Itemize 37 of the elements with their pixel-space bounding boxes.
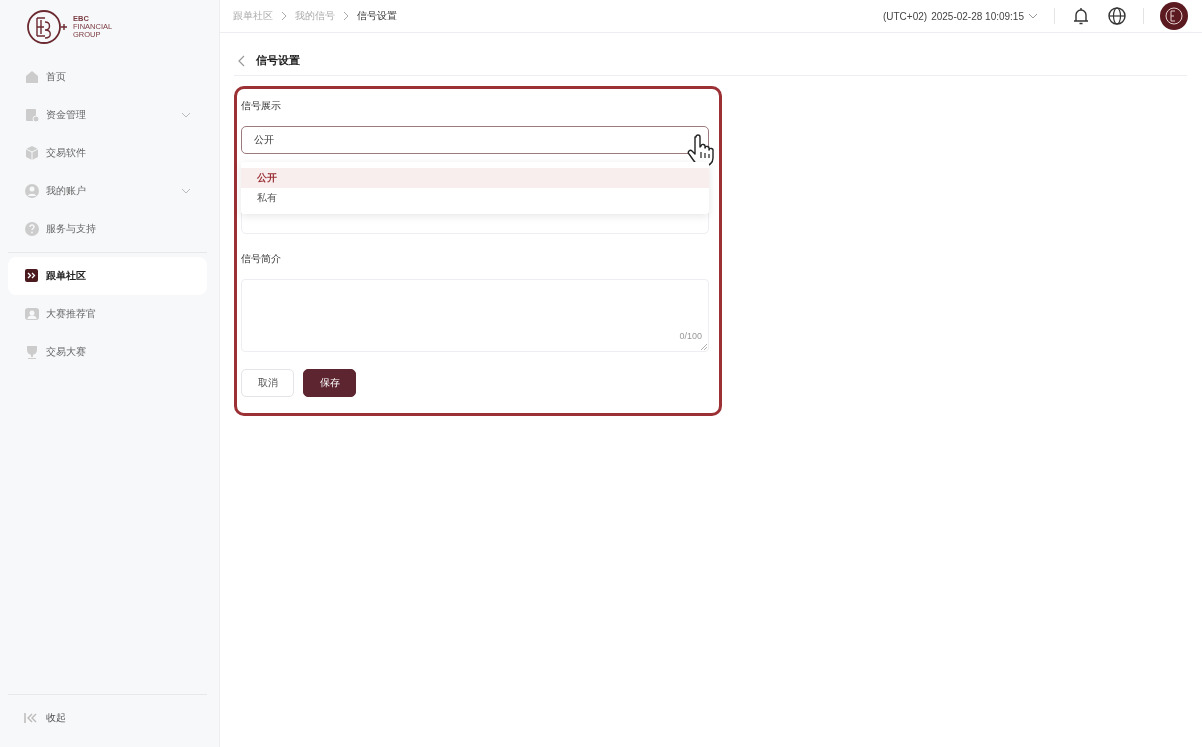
sidebar-item[interactable]: 跟单社区 xyxy=(8,257,207,295)
sidebar-item[interactable]: 我的账户 xyxy=(8,172,207,210)
home-icon xyxy=(24,69,40,85)
timezone-select[interactable]: (UTC+02) 2025-02-28 10:09:15 xyxy=(882,10,1038,22)
chevron-right-icon xyxy=(343,11,349,21)
select-field[interactable]: 公开 xyxy=(241,126,709,154)
trophy-icon xyxy=(24,344,40,360)
cancel-button[interactable]: 取消 xyxy=(241,369,294,397)
user-icon xyxy=(24,183,40,199)
textarea-field[interactable]: 0/100 xyxy=(241,279,709,352)
globe-icon[interactable] xyxy=(1107,6,1127,26)
help-icon xyxy=(24,221,40,237)
page-title: 信号设置 xyxy=(256,53,300,68)
resize-handle-icon xyxy=(701,344,707,350)
sidebar-item[interactable]: 交易软件 xyxy=(8,134,207,172)
collapse-icon xyxy=(24,712,38,724)
field-label: 信号简介 xyxy=(241,253,282,266)
sidebar-item[interactable]: 大赛推荐官 xyxy=(8,295,207,333)
avatar-icon[interactable] xyxy=(1160,2,1188,30)
field-label: 信号展示 xyxy=(241,100,282,113)
dropdown-option[interactable]: 公开 xyxy=(241,168,709,188)
character-counter: 0/100 xyxy=(679,331,702,341)
badge-icon xyxy=(24,306,40,322)
wallet-icon xyxy=(24,107,40,123)
notification-bell-icon[interactable] xyxy=(1071,6,1091,26)
sidebar-item[interactable]: 首页 xyxy=(8,58,207,96)
sidebar-item[interactable]: 资金管理 xyxy=(8,96,207,134)
chevron-right-icon xyxy=(281,11,287,21)
sidebar-item[interactable]: 服务与支持 xyxy=(8,210,207,248)
save-button[interactable]: 保存 xyxy=(303,369,356,397)
sidebar-item[interactable]: 交易大赛 xyxy=(8,333,207,371)
cube-icon xyxy=(24,145,40,161)
forward-icon xyxy=(24,268,40,284)
logo-icon xyxy=(26,8,70,46)
chevron-down-icon xyxy=(1028,13,1038,19)
collapse-button[interactable]: 收起 xyxy=(8,699,207,737)
dropdown-option[interactable]: 私有 xyxy=(241,188,709,208)
